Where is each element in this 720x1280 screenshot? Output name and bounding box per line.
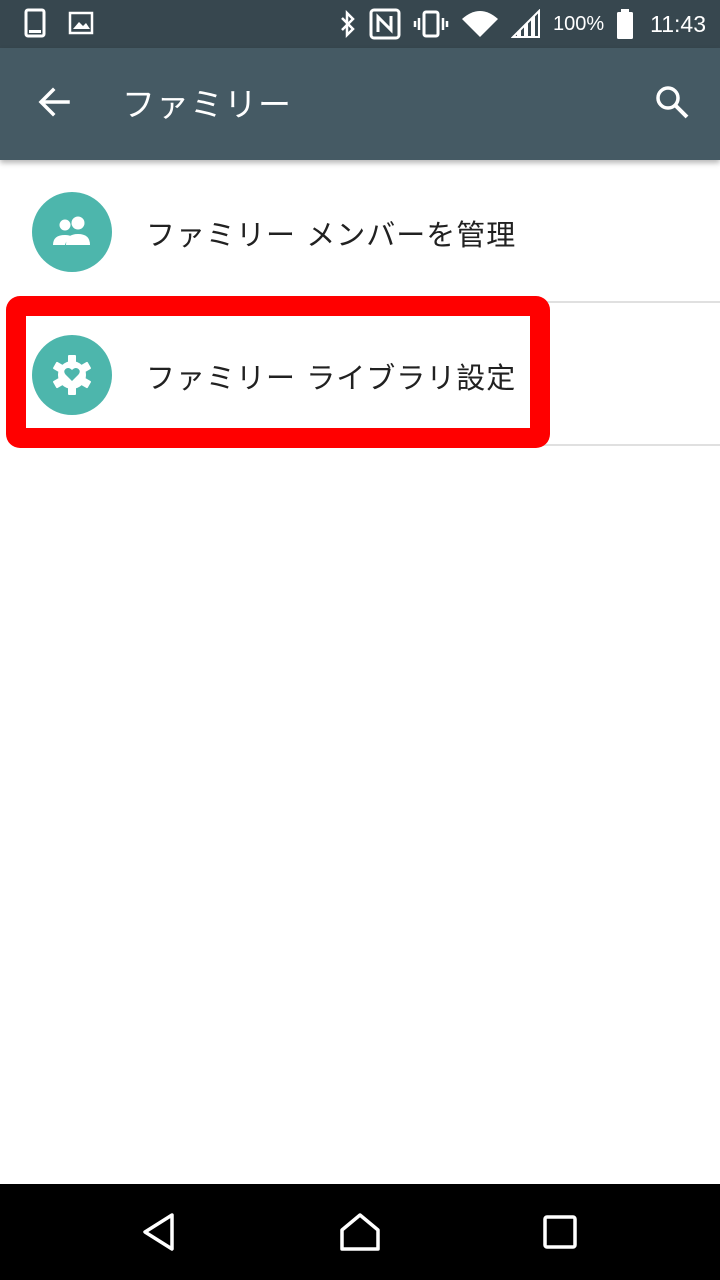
app-bar: ファミリー (0, 48, 720, 160)
recents-icon (543, 1215, 577, 1253)
search-icon (654, 84, 690, 124)
nav-recents-button[interactable] (532, 1206, 588, 1262)
phone-icon (24, 8, 46, 38)
signal-icon (510, 9, 541, 39)
status-right: 100% 11:43 (339, 0, 706, 48)
list-item-library-settings[interactable]: ファミリー ライブラリ設定 (0, 303, 720, 446)
image-icon (68, 11, 94, 35)
family-members-icon (32, 192, 112, 272)
nfc-icon (369, 8, 401, 40)
navigation-bar (0, 1184, 720, 1280)
clock: 11:43 (650, 10, 706, 37)
battery-icon (616, 8, 634, 40)
nav-home-button[interactable] (332, 1206, 388, 1262)
vibrate-icon (413, 10, 449, 38)
list-item-manage-members[interactable]: ファミリー メンバーを管理 (0, 160, 720, 303)
nav-back-button[interactable] (132, 1206, 188, 1262)
settings-heart-icon (32, 335, 112, 415)
battery-percent: 100% (552, 12, 605, 35)
home-icon (339, 1212, 381, 1256)
list-item-label: ファミリー メンバーを管理 (146, 218, 517, 252)
back-button[interactable] (30, 80, 78, 128)
settings-list: ファミリー メンバーを管理 ファミリー ライブラリ設定 (0, 160, 720, 446)
search-button[interactable] (648, 80, 696, 128)
wifi-icon (461, 9, 499, 39)
bluetooth-icon (339, 10, 357, 38)
page-title: ファミリー (122, 85, 292, 124)
arrow-back-icon (37, 85, 71, 123)
divider (146, 444, 720, 446)
status-left (24, 8, 94, 38)
status-bar: 100% 11:43 (0, 0, 720, 48)
back-triangle-icon (140, 1212, 180, 1256)
list-item-label: ファミリー ライブラリ設定 (146, 361, 517, 395)
screen: 100% 11:43 ファミリー ファミリー メンバーを管理 ファミリー ライブ… (0, 0, 720, 1280)
